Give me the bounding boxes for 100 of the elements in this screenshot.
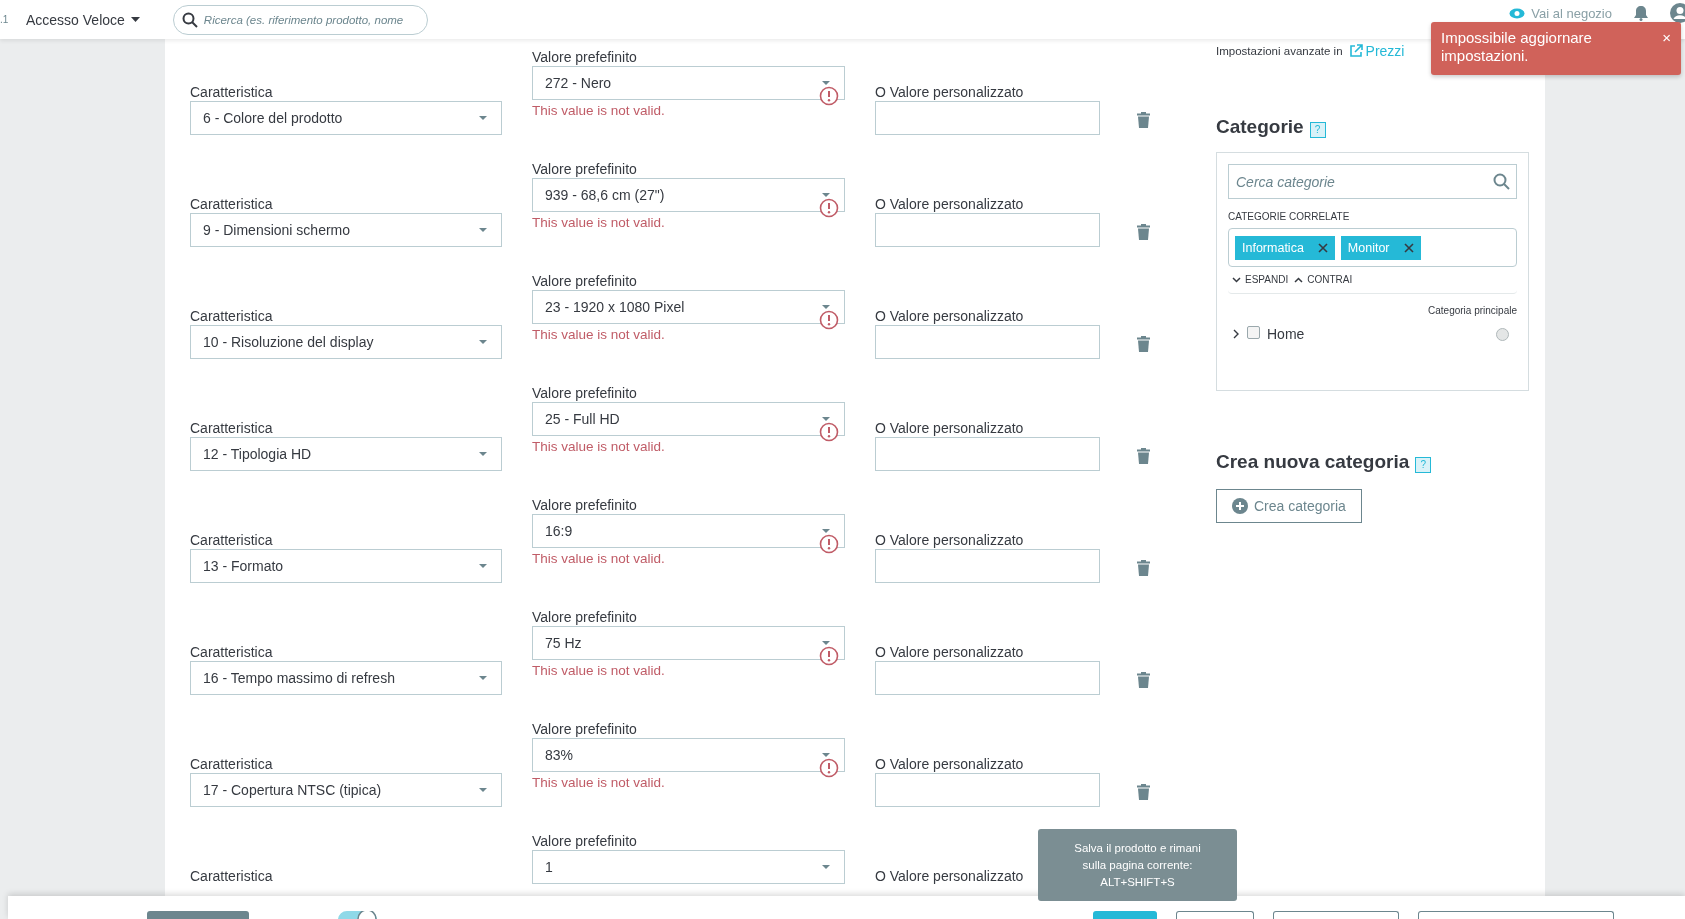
feature-select[interactable]: 13 - Formato [190, 549, 502, 583]
field-label: O Valore personalizzato [875, 308, 1025, 325]
custom-value-field[interactable] [875, 213, 1100, 247]
trash-icon[interactable] [1137, 336, 1150, 352]
tree-item-label[interactable]: Home [1267, 326, 1489, 342]
field-label: O Valore personalizzato [875, 756, 1025, 773]
field-label: Caratteristica [190, 196, 274, 213]
field-label: Caratteristica [190, 84, 274, 101]
bell-icon [1634, 5, 1648, 21]
custom-value-field[interactable] [875, 661, 1100, 695]
value-select[interactable]: 75 Hz [532, 626, 845, 660]
value-select[interactable]: 16:9 [532, 514, 845, 548]
alert-icon [819, 422, 839, 442]
remove-icon [1317, 242, 1328, 253]
alert-icon [819, 86, 839, 106]
caret-icon [479, 564, 487, 568]
trash-icon[interactable] [1137, 448, 1150, 464]
category-search-field[interactable]: Cerca categorie [1228, 164, 1517, 199]
field-label: Valore prefefinito [532, 721, 638, 738]
custom-value-field[interactable] [875, 773, 1100, 807]
custom-value-field[interactable] [875, 325, 1100, 359]
caret-icon [479, 228, 487, 232]
value-select[interactable]: 939 - 68,6 cm (27") [532, 178, 845, 212]
plus-circle-icon [1232, 498, 1248, 514]
error-message: This value is not valid. [532, 439, 666, 454]
caret-icon [822, 865, 830, 869]
error-message: This value is not valid. [532, 215, 666, 230]
expand-button[interactable]: ESPANDI [1232, 274, 1289, 285]
feature-select[interactable]: 12 - Tipologia HD [190, 437, 502, 471]
custom-value-field[interactable] [875, 549, 1100, 583]
button[interactable] [1273, 911, 1399, 919]
button[interactable] [1176, 911, 1254, 919]
search-icon [181, 11, 198, 28]
search-icon [1493, 173, 1510, 190]
close-button[interactable]: × [1662, 29, 1671, 47]
field-label: Valore prefefinito [532, 609, 638, 626]
chevron-down-icon [1232, 276, 1241, 283]
field-label: O Valore personalizzato [875, 644, 1025, 661]
caret-icon [479, 340, 487, 344]
advanced-settings-text: Impostazioni avanzate in [1216, 45, 1343, 57]
feature-select[interactable]: 16 - Tempo massimo di refresh [190, 661, 502, 695]
error-message: This value is not valid. [532, 551, 666, 566]
field-label: Valore prefefinito [532, 161, 638, 178]
eye-icon [1509, 7, 1526, 19]
quick-access-menu[interactable]: Accesso Veloce [26, 11, 140, 28]
field-label: Caratteristica [190, 868, 274, 885]
feature-select[interactable]: 17 - Copertura NTSC (tipica) [190, 773, 502, 807]
value-select[interactable]: 83% [532, 738, 845, 772]
alert-icon [819, 310, 839, 330]
external-link-icon [1348, 44, 1363, 58]
alert-icon [819, 758, 839, 778]
custom-value-field[interactable] [875, 101, 1100, 135]
field-label: Caratteristica [190, 532, 274, 549]
error-message: This value is not valid. [532, 775, 666, 790]
value-select[interactable]: 272 - Nero [532, 66, 845, 100]
button[interactable] [1418, 911, 1614, 919]
remove-icon [1403, 242, 1414, 253]
field-label: Valore prefefinito [532, 273, 638, 290]
trash-icon[interactable] [1137, 784, 1150, 800]
caret-icon [479, 788, 487, 792]
field-label: Valore prefefinito [532, 49, 638, 66]
field-label: Valore prefefinito [532, 385, 638, 402]
caret-icon [479, 676, 487, 680]
error-message: This value is not valid. [532, 327, 666, 342]
tooltip-text: Salva il prodotto e rimani sulla pagina corrente: ALT+SHIFT+S [1074, 840, 1201, 890]
alert-icon [819, 646, 839, 666]
alert-icon [819, 534, 839, 554]
field-label: O Valore personalizzato [875, 868, 1025, 885]
field-label: Caratteristica [190, 644, 274, 661]
toast-message: Impossibile aggiornare impostazioni. [1441, 29, 1593, 65]
section-title: Crea nuova categoria [1216, 451, 1410, 473]
field-label: Valore prefefinito [532, 497, 638, 514]
field-label: O Valore personalizzato [875, 532, 1025, 549]
field-label: Caratteristica [190, 308, 274, 325]
caret-icon [479, 116, 487, 120]
feature-select[interactable]: 9 - Dimensioni schermo [190, 213, 502, 247]
field-label: O Valore personalizzato [875, 420, 1025, 437]
radio-button[interactable] [1496, 327, 1509, 341]
related-categories-label: CATEGORIE CORRELATE [1228, 211, 1351, 222]
feature-select[interactable]: 10 - Risoluzione del display [190, 325, 502, 359]
value-select[interactable]: 25 - Full HD [532, 402, 845, 436]
feature-select[interactable]: 6 - Colore del prodotto [190, 101, 502, 135]
field-label: O Valore personalizzato [875, 196, 1025, 213]
trash-icon[interactable] [1137, 672, 1150, 688]
trash-icon[interactable] [1137, 560, 1150, 576]
search-field[interactable]: Ricerca (es. riferimento prodotto, nome [172, 4, 428, 35]
collapse-button[interactable]: CONTRAI [1294, 274, 1353, 285]
checkbox[interactable] [1247, 325, 1260, 339]
value-select[interactable]: 23 - 1920 x 1080 Pixel [532, 290, 845, 324]
caret-icon [130, 17, 140, 22]
trash-icon[interactable] [1137, 224, 1150, 240]
error-message: This value is not valid. [532, 103, 666, 118]
chevron-right-icon[interactable] [1232, 329, 1240, 339]
value-select[interactable]: 1 [532, 850, 845, 884]
trash-icon[interactable] [1137, 112, 1150, 128]
create-category-button[interactable]: Crea categoria [1216, 489, 1362, 523]
alert-icon [819, 198, 839, 218]
chevron-up-icon [1294, 276, 1304, 283]
field-label: Caratteristica [190, 756, 274, 773]
custom-value-field[interactable] [875, 437, 1100, 471]
